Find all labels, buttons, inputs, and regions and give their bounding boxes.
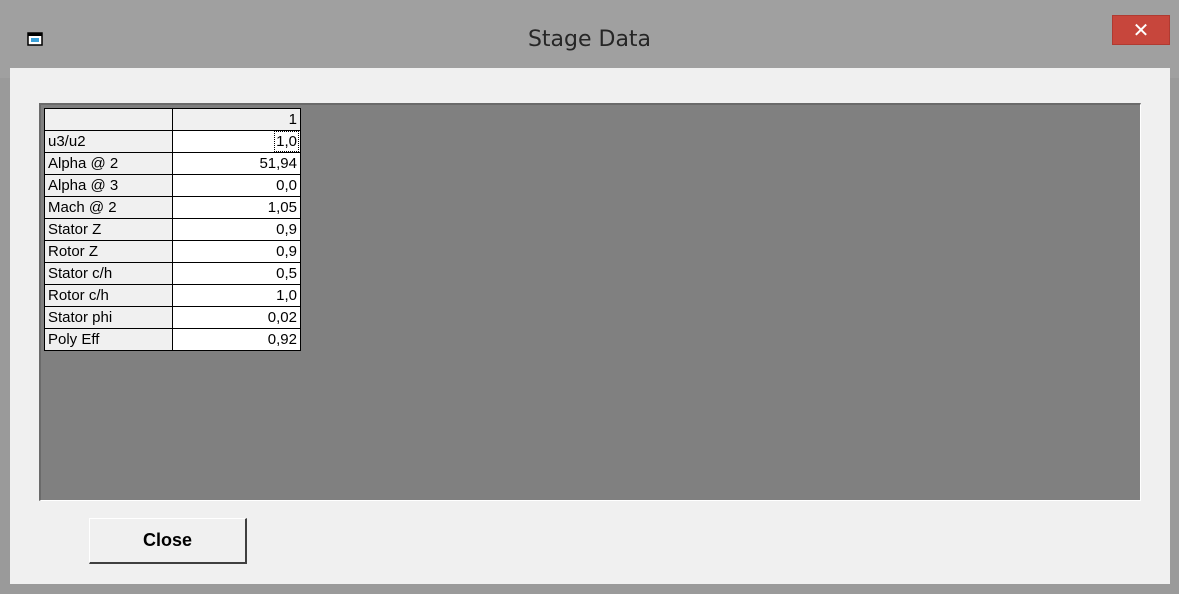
grid-cell[interactable]: 51,94 (172, 152, 301, 175)
table-row: Mach @ 2 1,05 (44, 196, 301, 219)
table-row: Alpha @ 3 0,0 (44, 174, 301, 197)
row-header[interactable]: Stator phi (44, 306, 173, 329)
table-row: Stator phi 0,02 (44, 306, 301, 329)
row-header[interactable]: Rotor Z (44, 240, 173, 263)
title-bar[interactable]: Stage Data ✕ (0, 0, 1179, 78)
grid-cell[interactable]: 0,9 (172, 218, 301, 241)
table-row: Poly Eff 0,92 (44, 328, 301, 351)
grid-cell-value: 0,5 (276, 265, 297, 282)
row-header[interactable]: Poly Eff (44, 328, 173, 351)
grid-cell-value: 0,0 (276, 177, 297, 194)
grid-cell[interactable]: 1,05 (172, 196, 301, 219)
grid-table: 1 u3/u2 1,0 Alpha @ 2 51,94 Alpha @ 3 0,0 Mach… (44, 108, 301, 351)
table-row: Alpha @ 2 51,94 (44, 152, 301, 175)
grid-cell[interactable]: 1,0 (172, 130, 301, 153)
table-row: Rotor c/h 1,0 (44, 284, 301, 307)
table-row: Stator Z 0,9 (44, 218, 301, 241)
grid-cell[interactable]: 0,92 (172, 328, 301, 351)
grid-cell-value: 0,02 (267, 309, 297, 326)
row-header[interactable]: Mach @ 2 (44, 196, 173, 219)
grid-corner-cell (44, 108, 173, 131)
close-button[interactable]: Close (89, 518, 247, 564)
window-close-button[interactable]: ✕ (1112, 15, 1170, 45)
row-header[interactable]: Alpha @ 3 (44, 174, 173, 197)
row-header[interactable]: u3/u2 (44, 130, 173, 153)
grid-cell[interactable]: 0,9 (172, 240, 301, 263)
grid-cell[interactable]: 0,0 (172, 174, 301, 197)
grid-cell-value: 1,0 (276, 287, 297, 304)
grid-cell[interactable]: 0,5 (172, 262, 301, 285)
dialog-client-area: 1 u3/u2 1,0 Alpha @ 2 51,94 Alpha @ 3 0,0 Mach… (10, 68, 1170, 584)
table-row: Stator c/h 0,5 (44, 262, 301, 285)
stage-data-window: Stage Data ✕ 1 u3/u2 1,0 Alpha @ 2 51,94 Alp… (0, 0, 1179, 594)
grid-cell-value: 0,9 (276, 221, 297, 238)
grid-cell-value: 1,05 (267, 199, 297, 216)
close-icon: ✕ (1132, 18, 1150, 42)
grid-cell-value: 0,9 (276, 243, 297, 260)
table-row: Rotor Z 0,9 (44, 240, 301, 263)
grid-cell[interactable]: 0,02 (172, 306, 301, 329)
row-header[interactable]: Rotor c/h (44, 284, 173, 307)
grid-cell-value: 0,92 (267, 331, 297, 348)
stage-data-grid[interactable]: 1 u3/u2 1,0 Alpha @ 2 51,94 Alpha @ 3 0,0 Mach… (39, 103, 1141, 501)
row-header[interactable]: Stator Z (44, 218, 173, 241)
grid-cell-value: 51,94 (259, 155, 297, 172)
grid-cell[interactable]: 1,0 (172, 284, 301, 307)
row-header[interactable]: Stator c/h (44, 262, 173, 285)
grid-header-row: 1 (44, 108, 301, 131)
grid-cell-value: 1,0 (274, 131, 299, 152)
row-header[interactable]: Alpha @ 2 (44, 152, 173, 175)
table-row: u3/u2 1,0 (44, 130, 301, 153)
column-header-1[interactable]: 1 (172, 108, 301, 131)
window-title: Stage Data (527, 27, 652, 52)
